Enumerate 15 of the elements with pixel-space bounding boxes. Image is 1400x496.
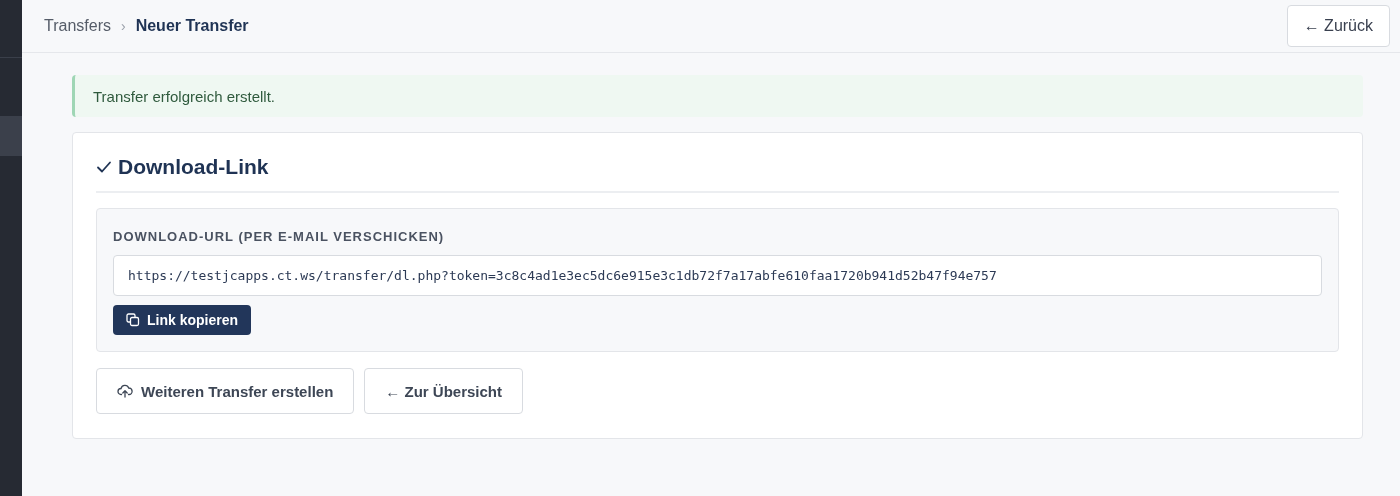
copy-link-button[interactable]: Link kopieren: [113, 305, 252, 335]
field-label: DOWNLOAD-URL (PER E-MAIL VERSCHICKEN): [113, 229, 446, 244]
alert-message: Transfer erfolgreich erstellt.: [93, 87, 275, 105]
breadcrumb-item: Neuer Transfer: [135, 17, 249, 35]
card-title: Download-Link: [118, 155, 269, 179]
back-button[interactable]: ← Zurück: [1286, 5, 1390, 47]
check-icon: [96, 160, 112, 174]
breadcrumb-separator: ›: [121, 18, 126, 34]
cloud-upload-icon: [117, 384, 133, 398]
action-button[interactable]: ← Zur Übersicht: [364, 368, 523, 414]
copy-icon: [126, 313, 140, 327]
url-field[interactable]: https://testjcapps.ct.ws/transfer/dl.php?token=3c8c4ad1e3ec5dc6e915e3c1db72f7a17abfe610faa1720b941d52b47f94e757: [113, 255, 1322, 296]
action-button[interactable]: Weiteren Transfer erstellen: [96, 368, 355, 414]
breadcrumb-item[interactable]: Transfers: [44, 17, 111, 35]
sidebar-item[interactable]: [0, 116, 22, 156]
